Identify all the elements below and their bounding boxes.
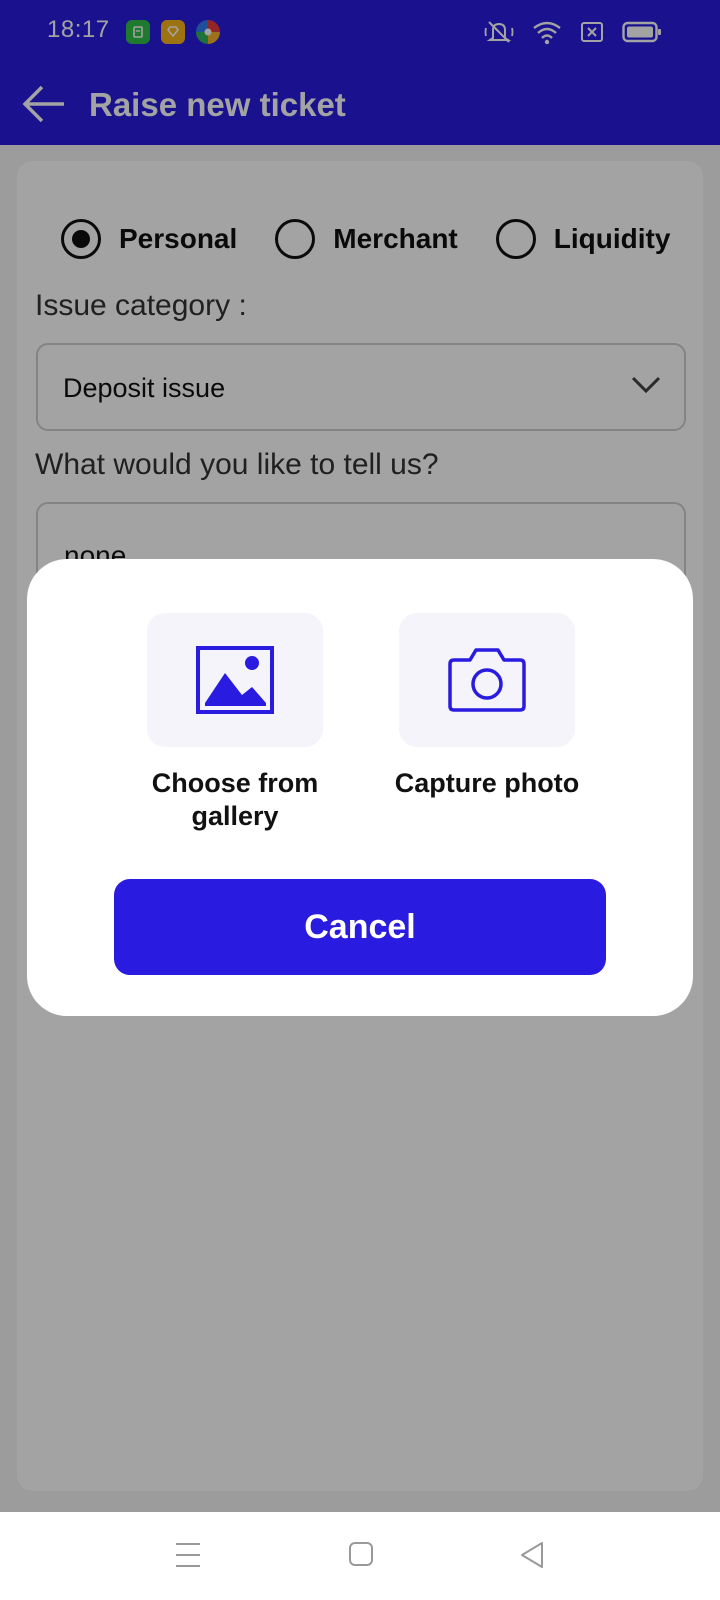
gallery-tile[interactable] (147, 613, 323, 747)
camera-label: Capture photo (394, 768, 580, 798)
capture-photo-option[interactable]: Capture photo (395, 613, 579, 800)
home-icon[interactable] (348, 1540, 374, 1568)
choose-from-gallery-option[interactable]: Choose from gallery (147, 613, 323, 833)
camera-icon (448, 648, 526, 712)
back-triangle-icon[interactable] (519, 1540, 545, 1570)
image-source-dialog: Choose from gallery Capture photo Cancel (27, 559, 693, 1016)
system-nav-bar (0, 1512, 720, 1600)
menu-icon[interactable] (174, 1540, 202, 1570)
cancel-button[interactable]: Cancel (114, 879, 606, 975)
gallery-image-icon (196, 646, 274, 714)
gallery-label: Choose from gallery (151, 768, 319, 831)
camera-tile[interactable] (399, 613, 575, 747)
